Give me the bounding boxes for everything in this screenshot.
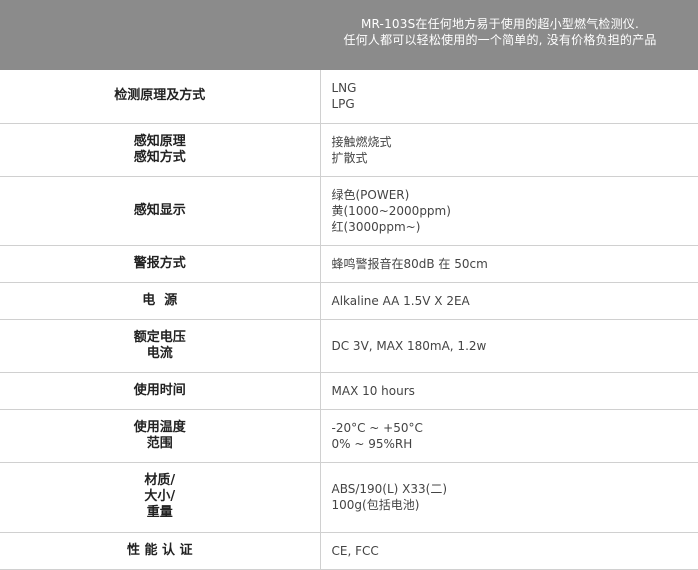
spec-value-line: 0% ~ 95%RH [331,436,413,451]
spec-label: 材质/ 大小/ 重量 [0,462,321,533]
spec-label-line: 大小/ [144,489,176,504]
spec-label: 感知显示 [0,176,321,246]
spec-label-line: 感知方式 [133,149,186,165]
spec-value: -20°C ~ +50°C 0% ~ 95%RH [320,409,698,463]
spec-row-sensing-principle: 感知原理 感知方式 接触燃烧式 扩散式 [0,123,698,177]
spec-label: 使用温度 范围 [0,409,321,463]
spec-label-line: 范围 [146,435,173,451]
spec-label: 检测原理及方式 [0,70,321,124]
spec-value-line: 接触燃烧式 [331,134,392,149]
spec-value-line: MAX 10 hours [331,383,415,398]
spec-row-alarm-method: 警报方式 蜂鸣警报音在80dB 在 50cm [0,245,698,283]
spec-table: 检测原理及方式 LNG LPG 感知原理 感知方式 接触燃烧式 扩散式 感知显示… [0,70,698,570]
spec-row-material-size-weight: 材质/ 大小/ 重量 ABS/190(L) X33(二) 100g(包括电池) [0,462,698,533]
spec-row-operating-temperature: 使用温度 范围 -20°C ~ +50°C 0% ~ 95%RH [0,409,698,463]
spec-label-line: 感知原理 [133,133,186,149]
spec-value-line: ABS/190(L) X33(二) [331,482,448,496]
spec-row-rated-voltage: 额定电压 电流 DC 3V, MAX 180mA, 1.2w [0,319,698,373]
spec-value-line: 扩散式 [331,150,368,165]
spec-value: MAX 10 hours [320,372,698,410]
spec-label-line: 重量 [146,505,173,520]
spec-value: LNG LPG [320,70,698,124]
spec-label: 感知原理 感知方式 [0,123,321,177]
spec-value-line: Alkaline AA 1.5V X 2EA [331,293,470,308]
intro-header: MR-103S在任何地方易于使用的超小型燃气检测仪. 任何人都可以轻松使用的一个… [0,0,698,70]
spec-label-line: 材质/ [144,473,176,488]
spec-label-line: 额定电压 [133,329,186,345]
intro-line: MR-103S在任何地方易于使用的超小型燃气检测仪. [360,17,640,31]
spec-value: ABS/190(L) X33(二) 100g(包括电池) [320,462,698,533]
spec-label-line: 电 源 [142,292,178,308]
spec-row-detection-method: 检测原理及方式 LNG LPG [0,70,698,124]
spec-value-line: 100g(包括电池) [331,498,420,512]
spec-value-line: 红(3000ppm~) [331,219,421,234]
intro-line: 任何人都可以轻松使用的一个简单的, 没有价格负担的产品 [343,33,657,47]
spec-value-line: LNG [331,81,357,96]
spec-label-line: 感知显示 [133,202,186,218]
spec-value: 接触燃烧式 扩散式 [320,123,698,177]
spec-label: 额定电压 电流 [0,319,321,373]
spec-value-line: 黄(1000~2000ppm) [331,203,451,218]
spec-label-line: 电流 [146,345,173,361]
spec-label-line: 使用时间 [133,382,186,398]
spec-label: 警报方式 [0,245,321,283]
spec-value: Alkaline AA 1.5V X 2EA [320,282,698,320]
spec-label-line: 使用温度 [133,419,186,435]
spec-value-line: LPG [331,97,355,112]
spec-row-power-source: 电 源 Alkaline AA 1.5V X 2EA [0,282,698,320]
spec-value-line: 蜂鸣警报音在80dB 在 50cm [331,256,488,271]
spec-label-line: 警报方式 [133,255,186,271]
spec-sheet: MR-103S在任何地方易于使用的超小型燃气检测仪. 任何人都可以轻松使用的一个… [0,0,698,570]
spec-value: 绿色(POWER) 黄(1000~2000ppm) 红(3000ppm~) [320,176,698,246]
intro-text: MR-103S在任何地方易于使用的超小型燃气检测仪. 任何人都可以轻松使用的一个… [320,16,680,48]
spec-row-sensing-display: 感知显示 绿色(POWER) 黄(1000~2000ppm) 红(3000ppm… [0,176,698,246]
spec-label-line: 检测原理及方式 [114,88,206,104]
spec-label: 使用时间 [0,372,321,410]
spec-label: 电 源 [0,282,321,320]
spec-value: CE, FCC [320,532,698,570]
spec-value-line: DC 3V, MAX 180mA, 1.2w [331,338,487,353]
spec-value-line: 绿色(POWER) [331,187,410,202]
spec-value-line: -20°C ~ +50°C [331,420,423,435]
spec-row-certification: 性 能 认 证 CE, FCC [0,532,698,570]
spec-label: 性 能 认 证 [0,532,321,570]
spec-value: 蜂鸣警报音在80dB 在 50cm [320,245,698,283]
spec-value-line: CE, FCC [331,543,379,558]
spec-label-line: 性 能 认 证 [126,542,193,558]
spec-row-usage-time: 使用时间 MAX 10 hours [0,372,698,410]
spec-value: DC 3V, MAX 180mA, 1.2w [320,319,698,373]
